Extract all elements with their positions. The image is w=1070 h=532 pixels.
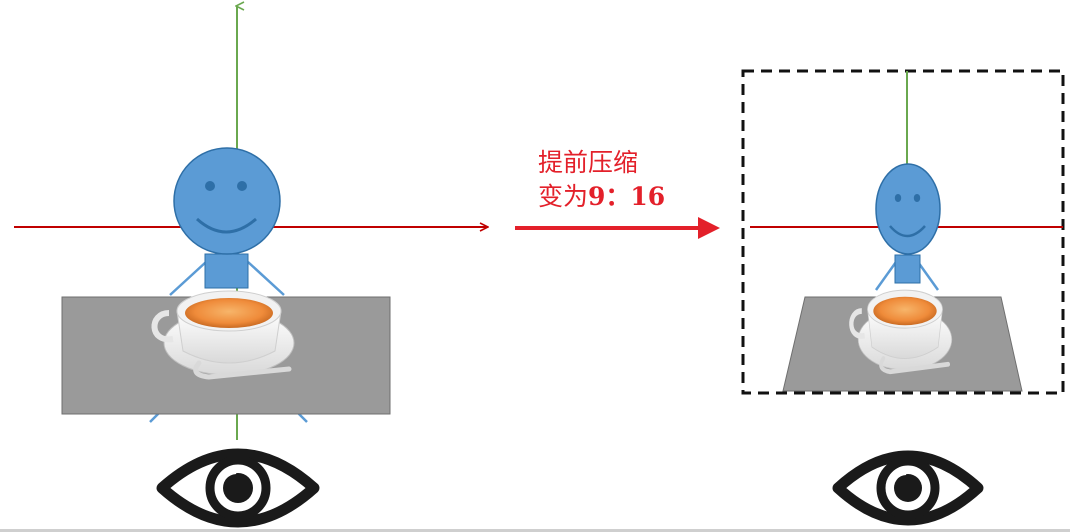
caption-ratio: 9：16 (588, 182, 666, 211)
eye-icon (156, 448, 320, 528)
smiley-person-icon (173, 147, 281, 255)
caption-line-1: 提前压缩 (538, 148, 639, 177)
right-scene (741, 69, 1065, 526)
compress-caption: 提前压缩 变为9：16 (538, 146, 708, 214)
transform-arrow (515, 217, 720, 239)
right-person-figure (874, 163, 941, 291)
scene-diagram (14, 0, 1065, 528)
caption-line-2: 变为9：16 (538, 180, 708, 214)
eye-icon (832, 450, 984, 526)
smiley-person-icon (875, 163, 941, 255)
caption-line-2-prefix: 变为 (538, 182, 589, 211)
left-scene (14, 6, 488, 528)
